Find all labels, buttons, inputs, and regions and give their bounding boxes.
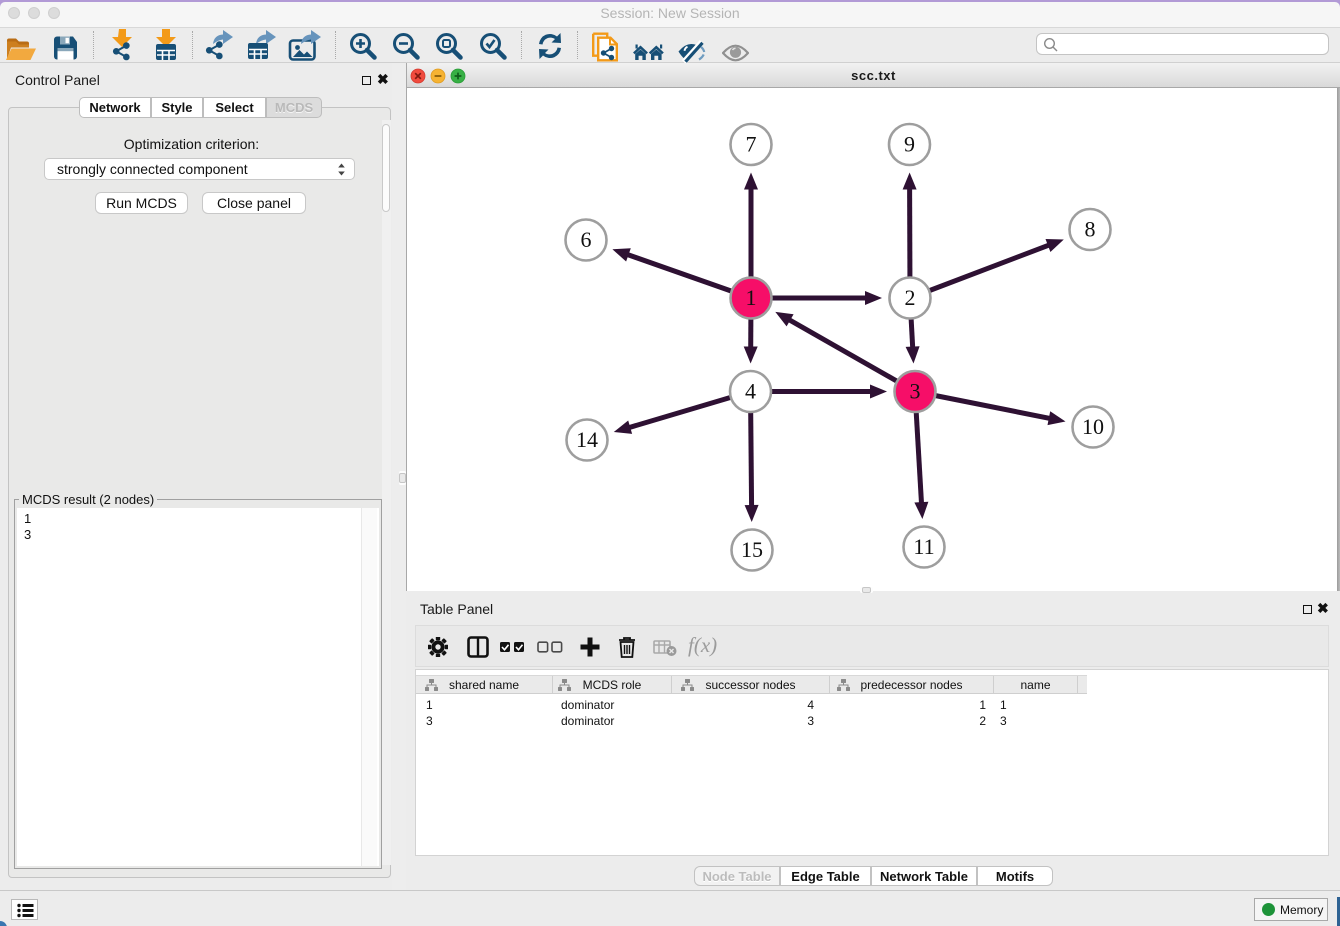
svg-text:4: 4 bbox=[745, 379, 756, 404]
svg-text:15: 15 bbox=[741, 537, 763, 562]
svg-text:14: 14 bbox=[576, 427, 598, 452]
svg-text:2: 2 bbox=[905, 285, 916, 310]
svg-text:3: 3 bbox=[910, 379, 921, 404]
svg-text:6: 6 bbox=[581, 227, 592, 252]
svg-text:10: 10 bbox=[1082, 414, 1104, 439]
svg-text:8: 8 bbox=[1085, 217, 1096, 242]
svg-text:9: 9 bbox=[904, 132, 915, 157]
svg-text:11: 11 bbox=[913, 534, 934, 559]
svg-text:7: 7 bbox=[746, 132, 757, 157]
svg-text:1: 1 bbox=[746, 285, 757, 310]
